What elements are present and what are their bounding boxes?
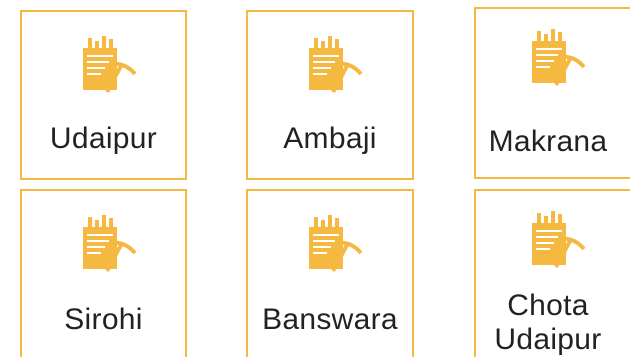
location-card-chota-udaipur[interactable]: Chota Udaipur — [474, 189, 630, 357]
location-name: Udaipur — [49, 122, 158, 155]
location-card-banswara[interactable]: Banswara — [246, 189, 414, 357]
mining-report-icon — [303, 34, 365, 96]
location-card-sirohi[interactable]: Sirohi — [20, 189, 187, 357]
mining-report-icon — [77, 213, 139, 275]
location-name: Sirohi — [64, 303, 143, 336]
mining-report-icon — [77, 34, 139, 96]
location-grid: Udaipur Ambaji Makrana Sirohi Banswara C… — [0, 0, 630, 357]
location-name: Banswara — [262, 303, 398, 336]
location-card-makrana[interactable]: Makrana — [474, 7, 630, 179]
location-name: Chota Udaipur — [494, 289, 602, 356]
location-name: Ambaji — [283, 122, 377, 155]
mining-report-icon — [526, 27, 588, 89]
location-card-ambaji[interactable]: Ambaji — [246, 10, 414, 180]
location-name: Makrana — [488, 125, 608, 158]
mining-report-icon — [526, 209, 588, 271]
location-card-udaipur[interactable]: Udaipur — [20, 10, 187, 180]
mining-report-icon — [303, 213, 365, 275]
